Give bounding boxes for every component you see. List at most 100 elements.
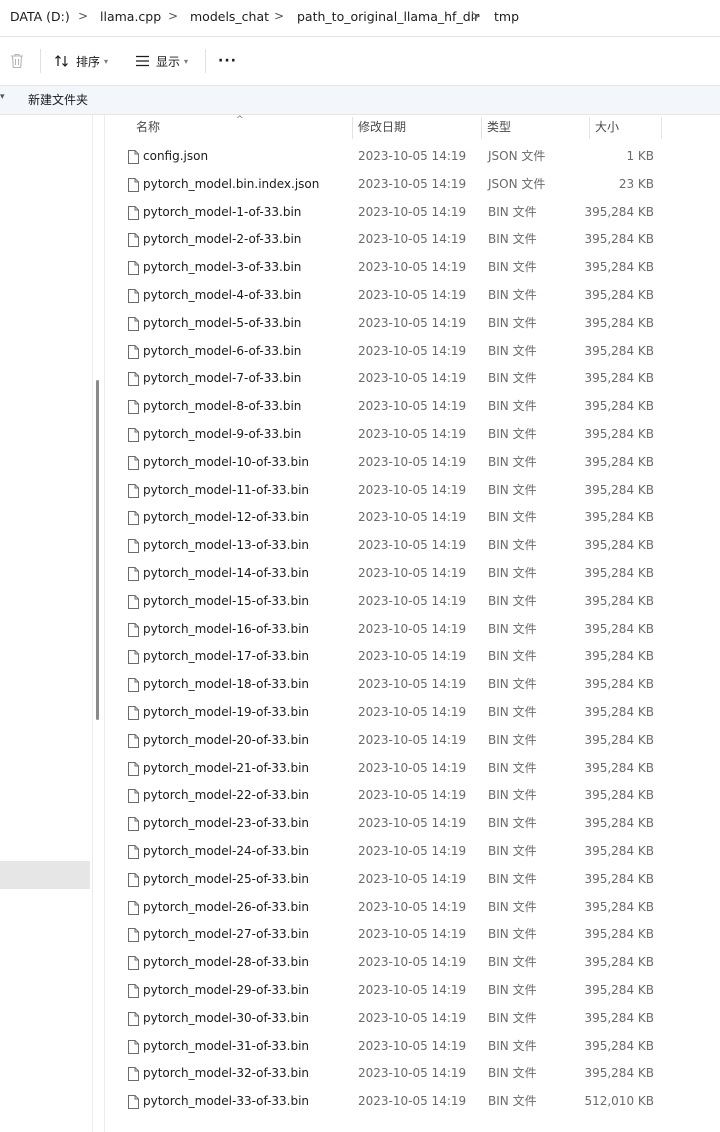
file-row[interactable]: pytorch_model.bin.index.json 2023-10-05 1… xyxy=(0,171,720,199)
file-row[interactable]: pytorch_model-28-of-33.bin 2023-10-05 14:… xyxy=(0,949,720,977)
file-row[interactable]: pytorch_model-30-of-33.bin 2023-10-05 14:… xyxy=(0,1005,720,1033)
file-modified-date: 2023-10-05 14:19 xyxy=(358,760,467,775)
file-row[interactable]: pytorch_model-10-of-33.bin 2023-10-05 14:… xyxy=(0,449,720,477)
file-modified-date: 2023-10-05 14:19 xyxy=(358,843,467,858)
column-divider[interactable] xyxy=(352,117,353,139)
file-row[interactable]: pytorch_model-14-of-33.bin 2023-10-05 14:… xyxy=(0,560,720,588)
file-name: pytorch_model-26-of-33.bin xyxy=(143,899,310,914)
column-header-name[interactable]: 名称 xyxy=(136,115,160,141)
column-divider[interactable] xyxy=(661,117,662,139)
more-options-button[interactable]: ··· xyxy=(218,47,237,75)
file-icon xyxy=(128,1067,139,1082)
file-modified-date: 2023-10-05 14:19 xyxy=(358,927,467,942)
file-name: pytorch_model-28-of-33.bin xyxy=(143,955,310,970)
file-name: pytorch_model-18-of-33.bin xyxy=(143,677,310,692)
file-row[interactable]: pytorch_model-29-of-33.bin 2023-10-05 14:… xyxy=(0,977,720,1005)
breadcrumb-item-drive[interactable]: DATA (D:) xyxy=(10,0,70,33)
view-label: 显示 xyxy=(156,54,181,69)
file-row[interactable]: pytorch_model-6-of-33.bin 2023-10-05 14:1… xyxy=(0,338,720,366)
file-row[interactable]: pytorch_model-11-of-33.bin 2023-10-05 14:… xyxy=(0,477,720,505)
file-modified-date: 2023-10-05 14:19 xyxy=(358,704,467,719)
file-row[interactable]: pytorch_model-19-of-33.bin 2023-10-05 14:… xyxy=(0,699,720,727)
file-row[interactable]: pytorch_model-4-of-33.bin 2023-10-05 14:1… xyxy=(0,282,720,310)
file-row[interactable]: pytorch_model-7-of-33.bin 2023-10-05 14:1… xyxy=(0,365,720,393)
file-list: config.json 2023-10-05 14:19 JSON 文件 1 KB py… xyxy=(0,143,720,1116)
file-icon xyxy=(128,316,139,331)
breadcrumb-item-tmp[interactable]: tmp xyxy=(494,0,519,33)
file-name: pytorch_model-30-of-33.bin xyxy=(143,1010,310,1025)
file-type: BIN 文件 xyxy=(488,260,537,275)
chevron-down-icon[interactable]: ▾ xyxy=(0,92,5,102)
file-row[interactable]: pytorch_model-3-of-33.bin 2023-10-05 14:1… xyxy=(0,254,720,282)
file-row[interactable]: pytorch_model-15-of-33.bin 2023-10-05 14:… xyxy=(0,588,720,616)
delete-button[interactable] xyxy=(10,47,24,75)
file-name: pytorch_model-23-of-33.bin xyxy=(143,816,310,831)
file-size: 395,284 KB xyxy=(584,621,654,636)
file-name: pytorch_model-25-of-33.bin xyxy=(143,871,310,886)
file-row[interactable]: pytorch_model-17-of-33.bin 2023-10-05 14:… xyxy=(0,643,720,671)
file-icon xyxy=(128,150,139,164)
file-name: config.json xyxy=(143,149,209,163)
chevron-right-icon[interactable]: > xyxy=(168,0,178,33)
column-divider[interactable] xyxy=(589,117,590,139)
file-name: pytorch_model-29-of-33.bin xyxy=(143,982,310,997)
command-bar: ▾ 新建文件夹 xyxy=(0,86,720,115)
file-size: 395,284 KB xyxy=(584,816,654,831)
file-type: BIN 文件 xyxy=(488,1038,537,1053)
column-header-size[interactable]: 大小 xyxy=(595,115,619,141)
file-size: 395,284 KB xyxy=(584,760,654,775)
file-name: pytorch_model-22-of-33.bin xyxy=(143,788,310,803)
file-row[interactable]: pytorch_model-23-of-33.bin 2023-10-05 14:… xyxy=(0,810,720,838)
chevron-right-icon[interactable]: > xyxy=(78,0,88,33)
column-header-type[interactable]: 类型 xyxy=(487,115,511,141)
file-size: 395,284 KB xyxy=(584,260,654,275)
file-row[interactable]: pytorch_model-21-of-33.bin 2023-10-05 14:… xyxy=(0,755,720,783)
file-row[interactable]: pytorch_model-31-of-33.bin 2023-10-05 14:… xyxy=(0,1033,720,1061)
file-row[interactable]: pytorch_model-20-of-33.bin 2023-10-05 14:… xyxy=(0,727,720,755)
breadcrumb-item-models-chat[interactable]: models_chat xyxy=(190,0,269,33)
file-name: pytorch_model-8-of-33.bin xyxy=(143,399,302,414)
file-row[interactable]: pytorch_model-5-of-33.bin 2023-10-05 14:1… xyxy=(0,310,720,338)
file-modified-date: 2023-10-05 14:19 xyxy=(358,371,467,386)
file-icon xyxy=(128,789,139,804)
file-icon xyxy=(128,344,139,359)
file-row[interactable]: pytorch_model-24-of-33.bin 2023-10-05 14:… xyxy=(0,838,720,866)
file-icon xyxy=(128,900,139,915)
file-row[interactable]: pytorch_model-33-of-33.bin 2023-10-05 14:… xyxy=(0,1088,720,1116)
file-row[interactable]: config.json 2023-10-05 14:19 JSON 文件 1 KB xyxy=(0,143,720,171)
file-name: pytorch_model-11-of-33.bin xyxy=(143,482,310,497)
column-divider[interactable] xyxy=(481,117,482,139)
file-modified-date: 2023-10-05 14:19 xyxy=(358,677,467,692)
new-folder-button[interactable]: 新建文件夹 xyxy=(28,86,88,114)
file-size: 395,284 KB xyxy=(584,454,654,469)
file-row[interactable]: pytorch_model-2-of-33.bin 2023-10-05 14:1… xyxy=(0,226,720,254)
file-row[interactable]: pytorch_model-32-of-33.bin 2023-10-05 14:… xyxy=(0,1060,720,1088)
file-row[interactable]: pytorch_model-26-of-33.bin 2023-10-05 14:… xyxy=(0,894,720,922)
file-type: BIN 文件 xyxy=(488,621,537,636)
breadcrumb-item-llama-cpp[interactable]: llama.cpp xyxy=(100,0,161,33)
file-row[interactable]: pytorch_model-12-of-33.bin 2023-10-05 14:… xyxy=(0,504,720,532)
file-row[interactable]: pytorch_model-16-of-33.bin 2023-10-05 14:… xyxy=(0,616,720,644)
file-row[interactable]: pytorch_model-9-of-33.bin 2023-10-05 14:1… xyxy=(0,421,720,449)
file-size: 395,284 KB xyxy=(584,927,654,942)
file-row[interactable]: pytorch_model-18-of-33.bin 2023-10-05 14:… xyxy=(0,671,720,699)
toolbar-divider xyxy=(40,49,41,73)
chevron-right-icon[interactable]: > xyxy=(274,0,284,33)
file-modified-date: 2023-10-05 14:19 xyxy=(358,649,467,664)
file-icon xyxy=(128,427,139,442)
sort-button[interactable]: 排序 ▾ xyxy=(54,47,108,75)
file-row[interactable]: pytorch_model-13-of-33.bin 2023-10-05 14:… xyxy=(0,532,720,560)
file-row[interactable]: pytorch_model-27-of-33.bin 2023-10-05 14:… xyxy=(0,921,720,949)
file-row[interactable]: pytorch_model-22-of-33.bin 2023-10-05 14:… xyxy=(0,782,720,810)
file-row[interactable]: pytorch_model-1-of-33.bin 2023-10-05 14:1… xyxy=(0,199,720,227)
file-name: pytorch_model-9-of-33.bin xyxy=(143,426,302,441)
file-icon xyxy=(128,1095,139,1110)
file-row[interactable]: pytorch_model-25-of-33.bin 2023-10-05 14:… xyxy=(0,866,720,894)
breadcrumb-item-hf-dir[interactable]: path_to_original_llama_hf_dir xyxy=(297,0,479,33)
file-icon xyxy=(128,539,139,554)
column-header-date[interactable]: 修改日期 xyxy=(358,115,406,141)
chevron-right-icon[interactable]: > xyxy=(471,0,481,33)
view-button[interactable]: 显示 ▾ xyxy=(135,47,188,75)
sort-label: 排序 xyxy=(76,54,101,69)
file-row[interactable]: pytorch_model-8-of-33.bin 2023-10-05 14:1… xyxy=(0,393,720,421)
